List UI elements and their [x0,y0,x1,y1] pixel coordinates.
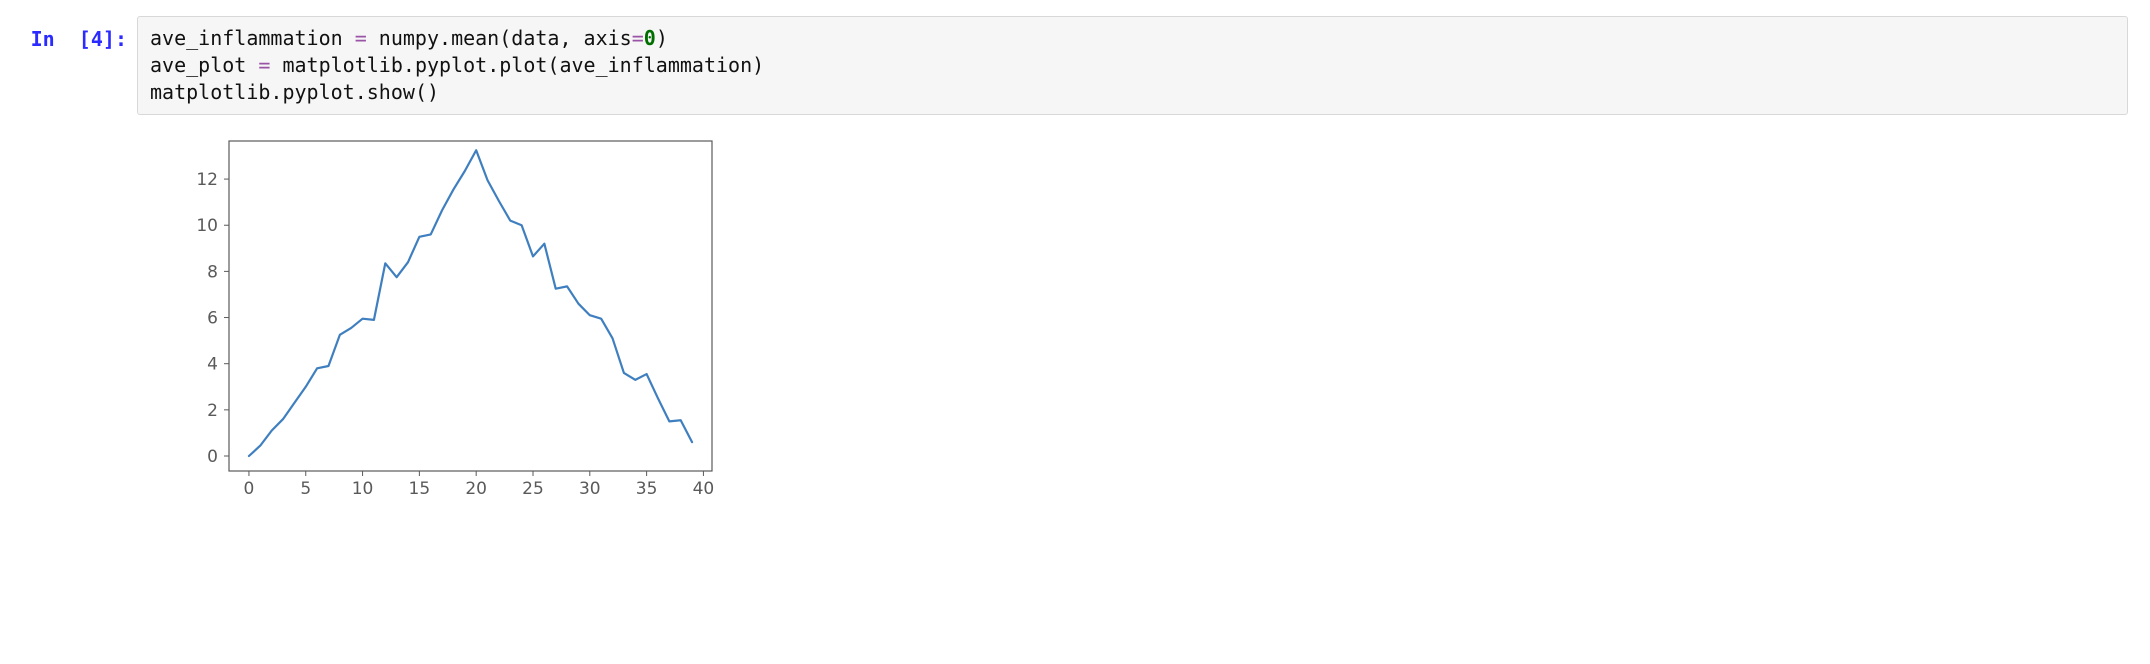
code-token: , [559,26,583,50]
code-token: . [487,53,499,77]
line-chart: 0 5 10 15 20 25 30 35 40 0 2 4 6 8 10 12 [167,129,732,509]
code-token: 0 [644,26,656,50]
x-tick-label: 35 [636,479,658,499]
code-token: plot [499,53,547,77]
code-token: = [258,53,282,77]
y-tick-label: 8 [207,262,218,282]
code-token: mean [451,26,499,50]
prompt-number: 4 [91,27,103,51]
code-token: axis [584,26,632,50]
code-token: numpy [379,26,439,50]
code-token: pyplot [282,80,354,104]
code-token: matplotlib [150,80,270,104]
code-token: ) [656,26,668,50]
prompt-rbracket: ] [103,27,115,51]
prompt-lbracket: [ [67,27,91,51]
prompt-label: In [31,27,55,51]
plot-frame [229,141,712,471]
code-token: pyplot [415,53,487,77]
x-tick-label: 10 [352,479,374,499]
x-tick-label: 20 [465,479,487,499]
x-tick-label: 5 [300,479,311,499]
code-token: ( [547,53,559,77]
code-input-area[interactable]: ave_inflammation = numpy.mean(data, axis… [137,16,2128,115]
code-block[interactable]: ave_inflammation = numpy.mean(data, axis… [150,25,2115,106]
series-line [249,150,692,456]
y-tick-label: 6 [207,309,218,329]
y-tick-label: 0 [207,447,218,467]
code-token: . [439,26,451,50]
x-tick-label: 0 [244,479,255,499]
code-token: matplotlib [282,53,402,77]
code-token: data [511,26,559,50]
code-token: = [632,26,644,50]
code-token: . [403,53,415,77]
code-token: ) [752,53,764,77]
x-tick-label: 15 [409,479,431,499]
code-token: ( [415,80,427,104]
code-token: ave_plot [150,53,258,77]
code-token: ) [427,80,439,104]
code-cell: In [4]: ave_inflammation = numpy.mean(da… [22,16,2128,115]
code-token: = [355,26,379,50]
y-tick-label: 10 [196,216,218,236]
code-token: . [270,80,282,104]
prompt-colon: : [115,27,127,51]
output-prompt-spacer: . [22,129,137,509]
plot-output: 0 5 10 15 20 25 30 35 40 0 2 4 6 8 10 12 [137,129,732,509]
code-token: ( [499,26,511,50]
input-prompt: In [4]: [22,16,137,53]
code-token: show [367,80,415,104]
x-tick-label: 40 [693,479,715,499]
x-tick-label: 25 [522,479,544,499]
y-tick-label: 12 [196,170,218,190]
code-token: . [355,80,367,104]
x-tick-label: 30 [579,479,601,499]
code-token: ave_inflammation [559,53,752,77]
y-tick-label: 4 [207,355,218,375]
code-token: ave_inflammation [150,26,355,50]
y-tick-label: 2 [207,401,218,421]
output-row: . 0 5 10 15 20 25 30 35 40 0 2 4 6 8 10 12 [22,129,2128,509]
